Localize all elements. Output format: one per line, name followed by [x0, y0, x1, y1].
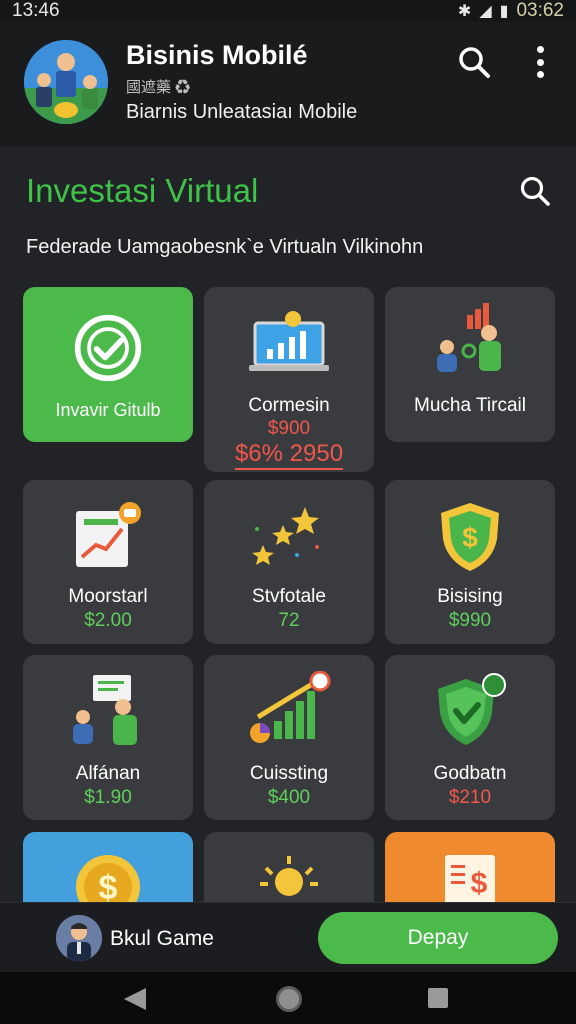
status-clock-right: 03:62	[516, 0, 564, 21]
stars-icon	[204, 496, 374, 578]
app-tagline: 國遮藥 ♻	[126, 79, 191, 96]
card-name: Mucha Tircail	[414, 395, 526, 416]
app-header: Bisinis Mobilé 國遮藥 ♻ Biarnis Unleatasiaı…	[0, 22, 576, 146]
card-price: $400	[267, 787, 311, 808]
recents-icon[interactable]	[428, 988, 448, 1008]
section-search-button[interactable]	[518, 174, 552, 208]
card-price: $990	[448, 610, 492, 631]
green-shield-icon	[385, 669, 555, 753]
game-label: Bkul Game	[110, 927, 214, 950]
more-vertical-icon	[536, 46, 544, 53]
signal-icon: ◢	[479, 3, 492, 20]
card-price: 72	[278, 610, 300, 631]
status-icons: ✱ ◢ ▮ 03:62	[458, 0, 564, 22]
card-price: $900	[267, 418, 311, 439]
card-name: Cormesin	[248, 395, 330, 416]
check-circle-icon	[23, 309, 193, 387]
card-name: Stvfotale	[252, 586, 326, 607]
status-time: 13:46	[12, 0, 60, 21]
system-navigation-bar	[0, 972, 576, 1024]
header-search-button[interactable]	[456, 44, 492, 80]
app-title: Bisinis Mobilé	[126, 40, 308, 70]
investment-card[interactable]: Cuissting $400	[204, 655, 374, 820]
growth-chart-icon	[204, 669, 374, 753]
card-price: $210	[448, 787, 492, 808]
home-icon[interactable]	[276, 986, 302, 1012]
laptop-chart-icon	[204, 305, 374, 383]
dollar-shield-icon: $	[385, 496, 555, 578]
business-meeting-icon	[385, 299, 555, 379]
user-avatar[interactable]	[56, 915, 102, 961]
investment-card[interactable]: Moorstarl $2.00	[23, 480, 193, 644]
card-price: $1.90	[84, 787, 132, 808]
status-bar: 13:46 ✱ ◢ ▮ 03:62	[0, 0, 576, 22]
depay-button[interactable]: Depay	[318, 912, 558, 964]
section-description: Federade Uamgaobesnk`e Virtualn Vilkinoh…	[26, 236, 424, 258]
card-price: $2.00	[84, 610, 132, 631]
section-title: Investasi Virtual	[26, 172, 259, 209]
svg-text:$: $	[462, 522, 478, 553]
investment-card[interactable]: Godbatn $210	[385, 655, 555, 820]
bottom-action-bar: Bkul Game Depay	[0, 902, 576, 972]
app-avatar[interactable]	[24, 40, 108, 124]
investment-card[interactable]: Mucha Tircail	[385, 287, 555, 442]
investment-card[interactable]: Invavir Gitulb	[23, 287, 193, 442]
business-team-avatar-icon	[24, 40, 108, 124]
investment-card[interactable]: Stvfotale 72	[204, 480, 374, 644]
search-icon	[459, 47, 490, 78]
investment-section: Investasi Virtual Federade Uamgaobesnk`e…	[0, 146, 576, 922]
people-discussion-icon	[23, 669, 193, 753]
card-name: Alfánan	[75, 763, 141, 784]
user-avatar-icon	[56, 915, 102, 961]
card-name: Cuissting	[249, 763, 329, 784]
bluetooth-icon: ✱	[457, 3, 472, 20]
battery-icon: ▮	[499, 3, 509, 20]
investment-card[interactable]: $ Bisising $990	[385, 480, 555, 644]
growth-document-icon	[23, 496, 193, 578]
card-promo: $6% 2950	[204, 440, 374, 470]
investment-card[interactable]: Alfánan $1.90	[23, 655, 193, 820]
more-options-button[interactable]	[528, 42, 552, 82]
investment-card[interactable]: Cormesin $900 $6% 2950	[204, 287, 374, 472]
search-icon	[520, 176, 550, 206]
card-name: Godbatn	[433, 763, 507, 784]
card-name: Moorstarl	[68, 586, 148, 607]
card-name: Invavir Gitulb	[55, 400, 161, 420]
app-subtitle: Biarnis Unleatasiaı Mobile	[126, 101, 358, 123]
svg-text:$: $	[471, 867, 488, 900]
back-icon[interactable]	[124, 988, 146, 1010]
card-name: Bisising	[437, 586, 503, 607]
